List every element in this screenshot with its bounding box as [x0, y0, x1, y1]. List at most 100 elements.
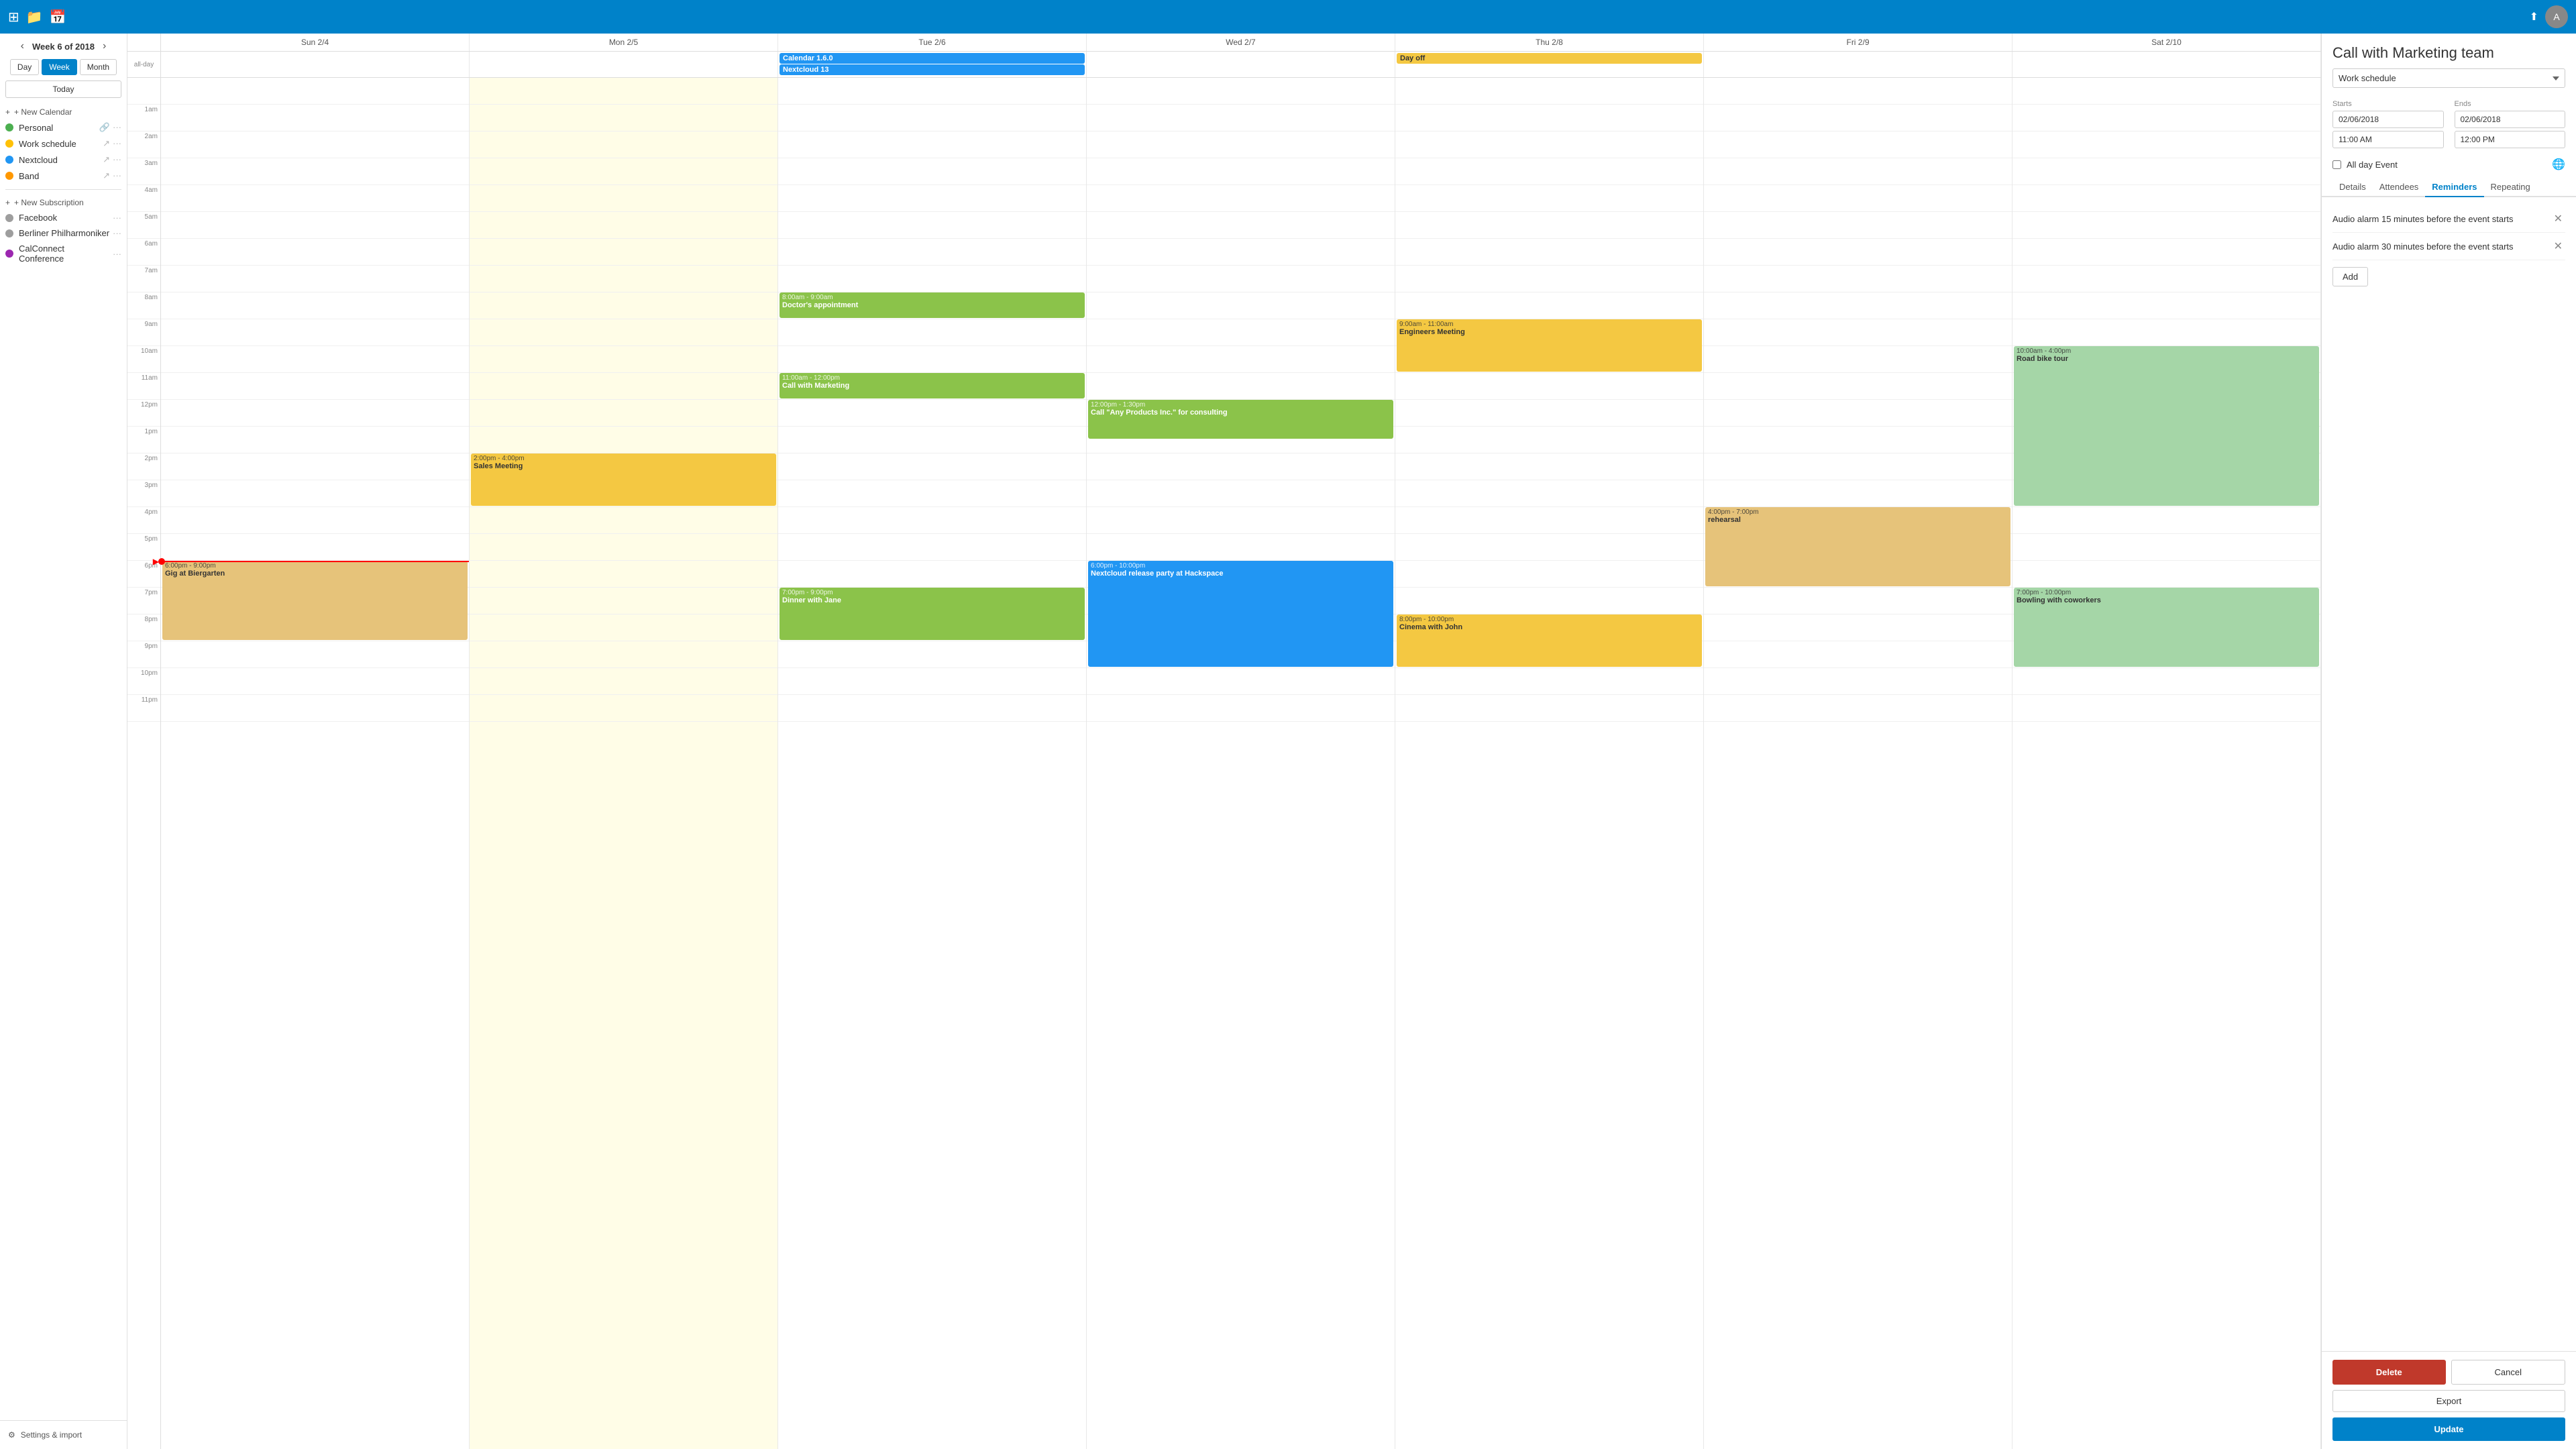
allday-event-dayoff[interactable]: Day off [1397, 53, 1702, 64]
add-reminder-button[interactable]: Add [2332, 267, 2368, 286]
day-column-fri[interactable]: 4:00pm - 7:00pmrehearsal [1704, 78, 2012, 1449]
hour-cell-1-19[interactable] [470, 588, 777, 614]
day-column-thu[interactable]: 9:00am - 11:00amEngineers Meeting8:00pm … [1395, 78, 1704, 1449]
hour-cell-3-4[interactable] [1087, 185, 1395, 212]
hour-cell-0-10[interactable] [161, 346, 469, 373]
calendar-event[interactable]: 8:00am - 9:00amDoctor's appointment [780, 292, 1085, 318]
calendar-event[interactable]: 11:00am - 12:00pmCall with Marketing [780, 373, 1085, 398]
hour-cell-0-6[interactable] [161, 239, 469, 266]
hour-cell-2-15[interactable] [778, 480, 1086, 507]
hour-cell-0-5[interactable] [161, 212, 469, 239]
hour-cell-0-9[interactable] [161, 319, 469, 346]
hour-cell-1-23[interactable] [470, 695, 777, 722]
work-more-icon[interactable]: ··· [113, 138, 121, 149]
hour-cell-2-4[interactable] [778, 185, 1086, 212]
reminder-close-1[interactable]: ✕ [2551, 211, 2565, 227]
hour-cell-3-16[interactable] [1087, 507, 1395, 534]
view-month-button[interactable]: Month [80, 59, 117, 75]
hour-cell-1-9[interactable] [470, 319, 777, 346]
hour-cell-5-8[interactable] [1704, 292, 2012, 319]
today-button[interactable]: Today [5, 80, 121, 98]
hour-cell-3-17[interactable] [1087, 534, 1395, 561]
hour-cell-4-15[interactable] [1395, 480, 1703, 507]
hour-cell-5-12[interactable] [1704, 400, 2012, 427]
hour-cell-4-17[interactable] [1395, 534, 1703, 561]
band-share-icon[interactable]: ↗ [103, 170, 110, 181]
hour-cell-4-6[interactable] [1395, 239, 1703, 266]
hour-cell-2-12[interactable] [778, 400, 1086, 427]
hour-cell-4-5[interactable] [1395, 212, 1703, 239]
hour-cell-5-7[interactable] [1704, 266, 2012, 292]
sidebar-item-berliner[interactable]: Berliner Philharmoniker ··· [0, 225, 127, 241]
hour-cell-5-9[interactable] [1704, 319, 2012, 346]
tab-reminders[interactable]: Reminders [2425, 178, 2483, 197]
calendar-event[interactable]: 6:00pm - 9:00pmGig at Biergarten [162, 561, 468, 640]
calendar-event[interactable]: 10:00am - 4:00pmRoad bike tour [2014, 346, 2319, 506]
allday-fri[interactable] [1704, 52, 2012, 77]
hour-cell-6-18[interactable] [2012, 561, 2320, 588]
sidebar-item-calconnect[interactable]: CalConnect Conference ··· [0, 241, 127, 266]
tab-attendees[interactable]: Attendees [2373, 178, 2426, 197]
hour-cell-2-5[interactable] [778, 212, 1086, 239]
hour-cell-1-5[interactable] [470, 212, 777, 239]
hour-cell-0-4[interactable] [161, 185, 469, 212]
allday-event-calendar[interactable]: Calendar 1.6.0 [780, 53, 1085, 64]
hour-cell-4-19[interactable] [1395, 588, 1703, 614]
hour-cell-3-1[interactable] [1087, 105, 1395, 131]
hour-cell-0-3[interactable] [161, 158, 469, 185]
next-week-button[interactable]: › [99, 39, 110, 54]
hour-cell-2-2[interactable] [778, 131, 1086, 158]
hour-cell-6-1[interactable] [2012, 105, 2320, 131]
hour-cell-2-6[interactable] [778, 239, 1086, 266]
start-time-value[interactable]: 11:00 AM [2332, 131, 2444, 148]
allday-thu[interactable]: Day off [1395, 52, 1704, 77]
hour-cell-5-23[interactable] [1704, 695, 2012, 722]
hour-cell-5-21[interactable] [1704, 641, 2012, 668]
hour-cell-0-23[interactable] [161, 695, 469, 722]
hour-cell-2-23[interactable] [778, 695, 1086, 722]
hour-cell-1-21[interactable] [470, 641, 777, 668]
hour-cell-4-7[interactable] [1395, 266, 1703, 292]
hour-cell-1-0[interactable] [470, 78, 777, 105]
hour-cell-2-22[interactable] [778, 668, 1086, 695]
calendar-icon[interactable]: 📅 [50, 9, 66, 25]
folder-icon[interactable]: 📁 [26, 9, 43, 25]
reminder-close-2[interactable]: ✕ [2551, 238, 2565, 254]
hour-cell-4-1[interactable] [1395, 105, 1703, 131]
hour-cell-4-4[interactable] [1395, 185, 1703, 212]
allday-tue[interactable]: Calendar 1.6.0 Nextcloud 13 [778, 52, 1087, 77]
hour-cell-5-1[interactable] [1704, 105, 2012, 131]
hour-cell-1-6[interactable] [470, 239, 777, 266]
hour-cell-1-17[interactable] [470, 534, 777, 561]
hour-cell-3-8[interactable] [1087, 292, 1395, 319]
hour-cell-1-4[interactable] [470, 185, 777, 212]
tab-repeating[interactable]: Repeating [2484, 178, 2537, 197]
upload-icon[interactable]: ⬆ [2530, 10, 2538, 23]
hour-cell-1-1[interactable] [470, 105, 777, 131]
calendar-event[interactable]: 9:00am - 11:00amEngineers Meeting [1397, 319, 1702, 372]
hour-cell-4-12[interactable] [1395, 400, 1703, 427]
hour-cell-2-14[interactable] [778, 453, 1086, 480]
cancel-button[interactable]: Cancel [2451, 1360, 2566, 1385]
hour-cell-4-8[interactable] [1395, 292, 1703, 319]
hour-cell-5-2[interactable] [1704, 131, 2012, 158]
hour-cell-2-10[interactable] [778, 346, 1086, 373]
allday-event-label[interactable]: All day Event [2347, 160, 2398, 170]
hour-cell-4-2[interactable] [1395, 131, 1703, 158]
hour-cell-5-0[interactable] [1704, 78, 2012, 105]
hour-cell-1-18[interactable] [470, 561, 777, 588]
hour-cell-5-10[interactable] [1704, 346, 2012, 373]
hour-cell-4-13[interactable] [1395, 427, 1703, 453]
hour-cell-3-15[interactable] [1087, 480, 1395, 507]
hour-cell-6-3[interactable] [2012, 158, 2320, 185]
end-date-value[interactable]: 02/06/2018 [2455, 111, 2566, 128]
allday-sat[interactable] [2012, 52, 2321, 77]
hour-cell-1-20[interactable] [470, 614, 777, 641]
day-column-sun[interactable]: 6:00pm - 9:00pmGig at Biergarten [161, 78, 470, 1449]
view-week-button[interactable]: Week [42, 59, 76, 75]
avatar[interactable]: A [2545, 5, 2568, 28]
calendar-event[interactable]: 7:00pm - 9:00pmDinner with Jane [780, 588, 1085, 640]
nextcloud-share-icon[interactable]: ↗ [103, 154, 110, 165]
work-share-icon[interactable]: ↗ [103, 138, 110, 149]
hour-cell-2-9[interactable] [778, 319, 1086, 346]
